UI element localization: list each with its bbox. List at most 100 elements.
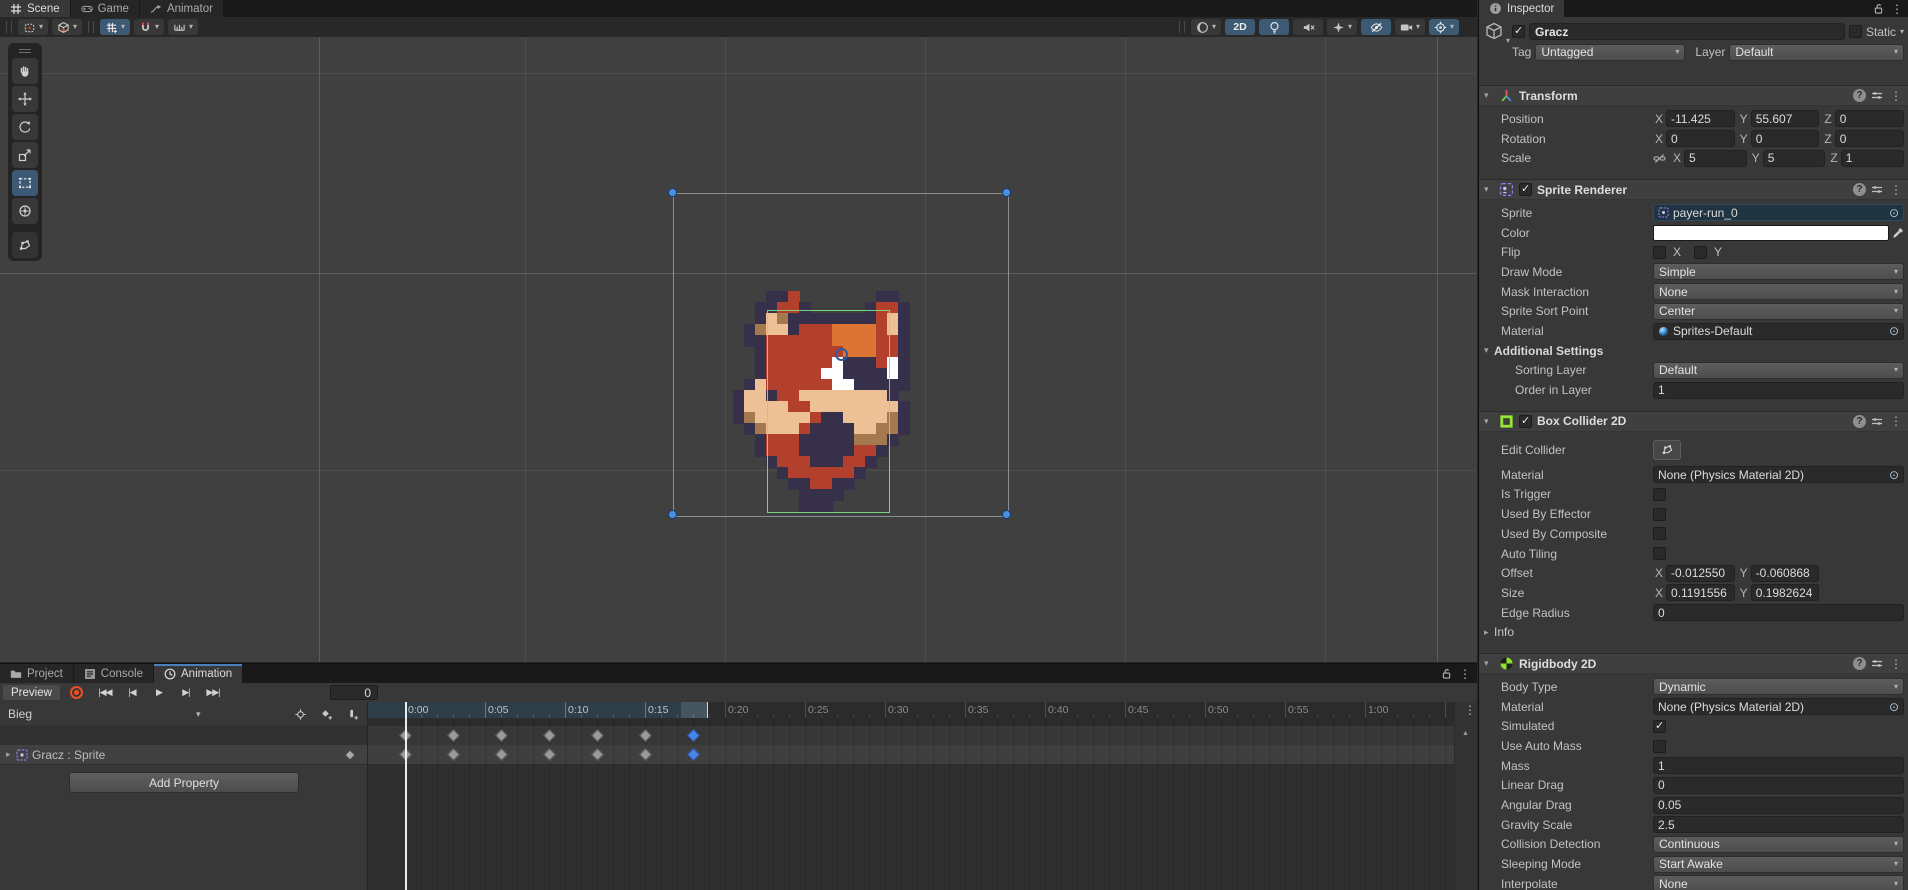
foldout-arrow-icon[interactable]: ▾ xyxy=(1484,416,1494,427)
dropdown-collision-detection[interactable]: Continuous ▾ xyxy=(1653,835,1904,853)
record-button[interactable] xyxy=(63,685,90,700)
gameobject-name-field[interactable]: Gracz xyxy=(1529,23,1845,40)
hand-tool-button[interactable] xyxy=(12,58,38,84)
field-offset-x[interactable]: -0.012550 xyxy=(1666,564,1735,582)
field-scale-y[interactable]: 5 xyxy=(1762,149,1826,167)
field-edge-radius[interactable]: 0 xyxy=(1653,604,1904,622)
shading-sphere-button[interactable]: ▾ xyxy=(1191,19,1221,35)
track-row-gracz-sprite[interactable]: ▸ Gracz : Sprite xyxy=(0,745,367,765)
go-to-start-button[interactable]: |◀◀ xyxy=(91,685,118,700)
previous-key-button[interactable]: |◀ xyxy=(118,685,145,700)
object-field-material[interactable]: None (Physics Material 2D) ⊙ xyxy=(1653,466,1904,484)
clip-dropdown[interactable]: Bieg xyxy=(8,707,32,721)
edit-collider-button[interactable] xyxy=(1653,439,1681,460)
light-bulb-button[interactable] xyxy=(1259,19,1289,35)
object-field-material[interactable]: Sprites-Default ⊙ xyxy=(1653,322,1904,340)
foldout-arrow-icon[interactable]: ▸ xyxy=(6,749,16,760)
tab-project[interactable]: Project xyxy=(0,664,73,683)
field-size-x[interactable]: 0.1191556 xyxy=(1666,584,1735,602)
dropdown-sorting-layer[interactable]: Default ▾ xyxy=(1653,361,1904,379)
scroll-up-arrow-icon[interactable]: ▲ xyxy=(1462,730,1469,737)
field-order-in-layer[interactable]: 1 xyxy=(1653,381,1904,399)
dropdown-interpolate[interactable]: None ▾ xyxy=(1653,875,1904,890)
checkbox-used-by-composite[interactable] xyxy=(1653,527,1666,541)
magnet-snap-button[interactable]: ▾ xyxy=(134,19,164,35)
gizmos-globe-button[interactable]: ▾ xyxy=(1429,19,1459,35)
checkbox-flip-x[interactable] xyxy=(1653,245,1666,259)
effects-star-button[interactable]: ▾ xyxy=(1327,19,1357,35)
field-position-y[interactable]: 55.607 xyxy=(1750,110,1820,128)
selection-handle-bottom-right[interactable] xyxy=(1002,510,1011,519)
scene-canvas[interactable] xyxy=(0,37,1477,662)
lock-icon[interactable] xyxy=(1874,3,1883,15)
collider-edit-tool-button[interactable] xyxy=(12,232,38,258)
play-button[interactable]: ▶ xyxy=(145,685,172,700)
audio-mute-button[interactable] xyxy=(1293,19,1323,35)
selection-handle-bottom-left[interactable] xyxy=(668,510,677,519)
field-offset-y[interactable]: -0.060868 xyxy=(1750,564,1820,582)
next-key-button[interactable]: ▶| xyxy=(172,685,199,700)
go-to-end-button[interactable]: ▶▶| xyxy=(199,685,226,700)
2d-button[interactable]: 2D xyxy=(1225,19,1255,35)
foldout-arrow-icon[interactable]: ▾ xyxy=(1484,345,1494,356)
kebab-menu-icon[interactable]: ⋮ xyxy=(1888,415,1904,427)
kebab-menu-icon[interactable]: ⋮ xyxy=(1889,3,1905,15)
field-size-y[interactable]: 0.1982624 xyxy=(1750,584,1820,602)
foldout-arrow-icon[interactable]: ▾ xyxy=(1484,658,1494,669)
component-enabled-checkbox[interactable] xyxy=(1519,414,1532,428)
visibility-eye-button[interactable] xyxy=(1361,19,1391,35)
kebab-menu-icon[interactable]: ⋮ xyxy=(1888,90,1904,102)
field-rotation-x[interactable]: 0 xyxy=(1666,130,1735,148)
scale-tool-button[interactable] xyxy=(12,142,38,168)
field-rotation-y[interactable]: 0 xyxy=(1750,130,1820,148)
checkbox-used-by-effector[interactable] xyxy=(1653,507,1666,521)
field-position-x[interactable]: -11.425 xyxy=(1666,110,1735,128)
checkbox-auto-tiling[interactable] xyxy=(1653,547,1666,561)
tab-animation[interactable]: Animation xyxy=(154,664,243,683)
field-gravity-scale[interactable]: 2.5 xyxy=(1653,816,1904,834)
selection-handle-top-right[interactable] xyxy=(1002,188,1011,197)
overlay-drag-handle[interactable] xyxy=(10,45,40,57)
camera-button[interactable]: ▾ xyxy=(1395,19,1425,35)
dropdown-body-type[interactable]: Dynamic ▾ xyxy=(1653,678,1904,696)
preview-button[interactable]: Preview xyxy=(3,685,60,700)
kebab-menu-icon[interactable]: ⋮ xyxy=(1462,704,1478,716)
tag-dropdown[interactable]: Untagged ▾ xyxy=(1535,43,1686,61)
presets-icon[interactable] xyxy=(1871,658,1883,669)
object-picker-icon[interactable]: ⊙ xyxy=(1889,701,1899,713)
kebab-menu-icon[interactable]: ⋮ xyxy=(1888,658,1904,670)
grid-snap-button[interactable]: ▾ xyxy=(100,19,130,35)
presets-icon[interactable] xyxy=(1871,90,1883,101)
tab-scene[interactable]: Scene xyxy=(0,0,70,17)
component-enabled-checkbox[interactable] xyxy=(1519,182,1532,197)
foldout-arrow-icon[interactable]: ▸ xyxy=(1484,627,1494,638)
toolbar-grip[interactable] xyxy=(6,21,12,33)
dropdown-sprite-sort-point[interactable]: Center ▾ xyxy=(1653,302,1904,320)
selection-handle-top-left[interactable] xyxy=(668,188,677,197)
help-icon[interactable]: ? xyxy=(1853,414,1866,428)
dropdown-sleeping-mode[interactable]: Start Awake ▾ xyxy=(1653,855,1904,873)
object-picker-icon[interactable]: ⊙ xyxy=(1889,469,1899,481)
layer-dropdown[interactable]: Default ▾ xyxy=(1729,43,1904,61)
current-frame-field[interactable]: 0 xyxy=(330,685,378,700)
foldout-arrow-icon[interactable]: ▾ xyxy=(1484,90,1494,101)
tab-game[interactable]: Game xyxy=(70,0,139,17)
add-property-button[interactable]: Add Property xyxy=(69,772,299,793)
animation-timeline[interactable]: 0:00 0:05 0:10 0:15 0:20 0:25 0:30 0:35 0:40 0:45… xyxy=(368,702,1455,890)
kebab-menu-icon[interactable]: ⋮ xyxy=(1457,668,1473,680)
field-position-z[interactable]: 0 xyxy=(1834,110,1905,128)
gameobject-cube-icon[interactable]: ▾ xyxy=(1484,21,1510,45)
presets-icon[interactable] xyxy=(1871,184,1883,195)
checkbox-simulated[interactable] xyxy=(1653,719,1666,733)
sprite-pivot-ring[interactable] xyxy=(835,348,848,361)
object-picker-icon[interactable]: ⊙ xyxy=(1889,207,1899,219)
transform-tool-button[interactable] xyxy=(12,198,38,224)
field-scale-x[interactable]: 5 xyxy=(1684,149,1747,167)
foldout-arrow-icon[interactable]: ▾ xyxy=(1484,184,1494,195)
static-checkbox[interactable] xyxy=(1848,25,1862,38)
help-icon[interactable]: ? xyxy=(1853,183,1866,197)
timeline-scrollbar[interactable]: ⋮ ▲ xyxy=(1454,702,1477,890)
increment-snap-button[interactable]: ▾ xyxy=(168,19,198,35)
object-field-sprite[interactable]: payer-run_0 ⊙ xyxy=(1653,204,1904,222)
checkbox-is-trigger[interactable] xyxy=(1653,487,1666,501)
